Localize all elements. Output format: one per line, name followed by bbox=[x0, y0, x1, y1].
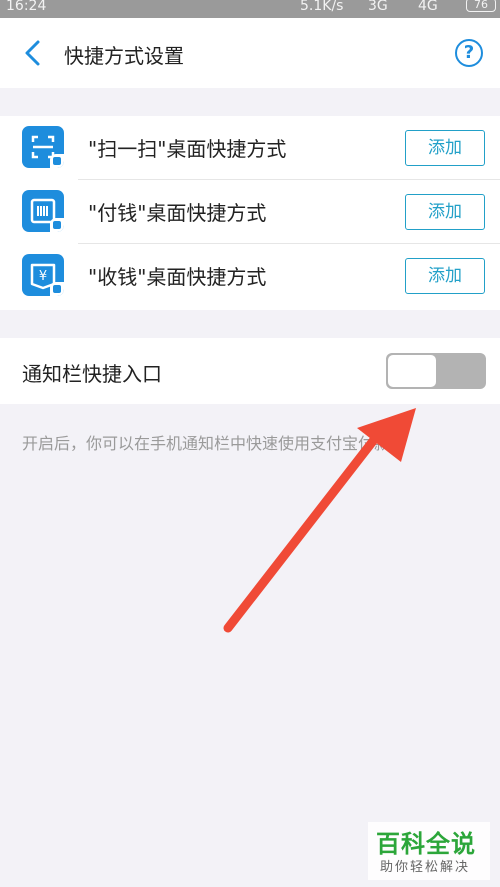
watermark-brand: 百科全说 bbox=[376, 830, 476, 858]
arrow-annotation-icon bbox=[223, 408, 416, 633]
watermark-logo: 百科全说 助你轻松解决 bbox=[368, 822, 490, 880]
watermark-slogan: 助你轻松解决 bbox=[380, 860, 471, 875]
